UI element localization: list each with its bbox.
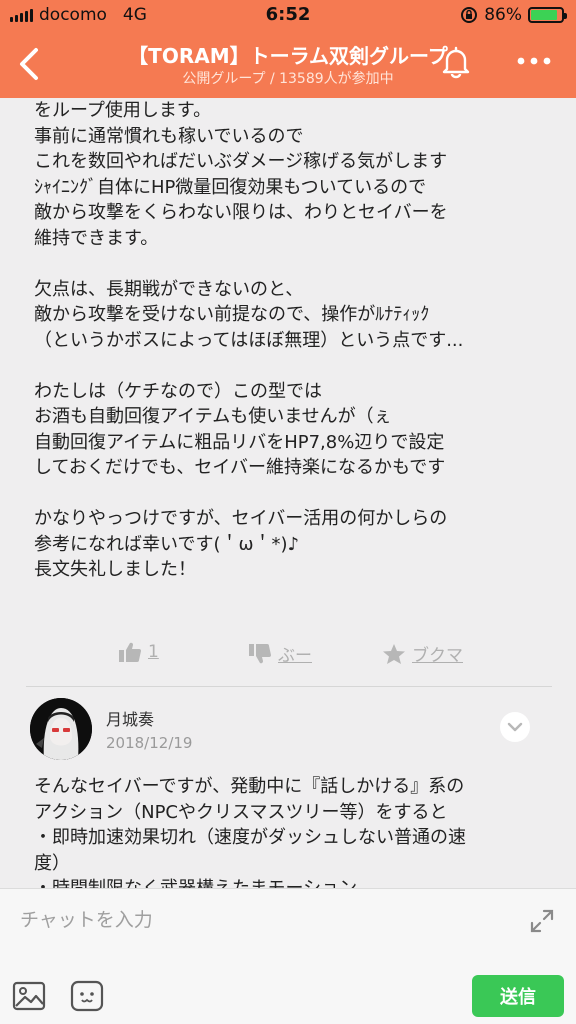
expand-icon[interactable] [528, 907, 556, 935]
image-icon[interactable] [12, 979, 46, 1013]
like-count: 1 [148, 642, 159, 662]
battery-percent: 86% [484, 5, 522, 25]
boo-button[interactable]: ぶー [248, 641, 312, 666]
avatar-image [30, 698, 92, 760]
comment-header: 月城奏 2018/12/19 [30, 698, 550, 760]
chevron-down-icon [507, 722, 523, 732]
emoji-icon[interactable] [70, 979, 104, 1013]
send-button[interactable]: 送信 [472, 975, 564, 1017]
group-title[interactable]: 【TORAM】トーラム双剣グループ [0, 40, 576, 69]
app-header: 【TORAM】トーラム双剣グループ 公開グループ / 13589人が参加中 [0, 30, 576, 98]
star-icon [383, 643, 405, 664]
thumbs-up-icon [119, 642, 141, 662]
chat-input-bar: チャットを入力 送信 [0, 888, 576, 1024]
bookmark-label: ブクマ [412, 646, 463, 666]
comment-body: そんなセイバーですが、発動中に『話しかける』系の アクション（NPCやクリスマス… [34, 776, 466, 888]
post-body: をループ使用します。 事前に通常慣れも稼いでいるので これを数回やればだいぶダメ… [34, 100, 464, 580]
bookmark-button[interactable]: ブクマ [382, 641, 463, 666]
post-actions: 1 ぶー ブクマ [0, 641, 576, 677]
comment-author[interactable]: 月城奏 [106, 706, 154, 730]
divider [26, 686, 552, 687]
chat-input[interactable]: チャットを入力 [20, 905, 153, 932]
status-right: 86% [460, 5, 567, 25]
comment-date: 2018/12/19 [106, 734, 193, 752]
comment-menu-button[interactable] [500, 712, 530, 742]
avatar[interactable] [30, 698, 92, 760]
battery-icon [528, 7, 567, 23]
thread-content[interactable]: をループ使用します。 事前に通常慣れも稼いでいるので これを数回やればだいぶダメ… [0, 98, 576, 888]
group-subtitle: 公開グループ / 13589人が参加中 [182, 71, 394, 87]
status-bar: docomo 4G 6:52 86% [0, 0, 576, 30]
rotation-lock-icon [461, 7, 478, 23]
more-menu-icon[interactable] [514, 46, 554, 76]
boo-label: ぶー [278, 646, 312, 666]
like-button[interactable]: 1 [118, 641, 159, 663]
bell-icon[interactable] [438, 44, 474, 80]
thumbs-down-icon [249, 643, 271, 663]
